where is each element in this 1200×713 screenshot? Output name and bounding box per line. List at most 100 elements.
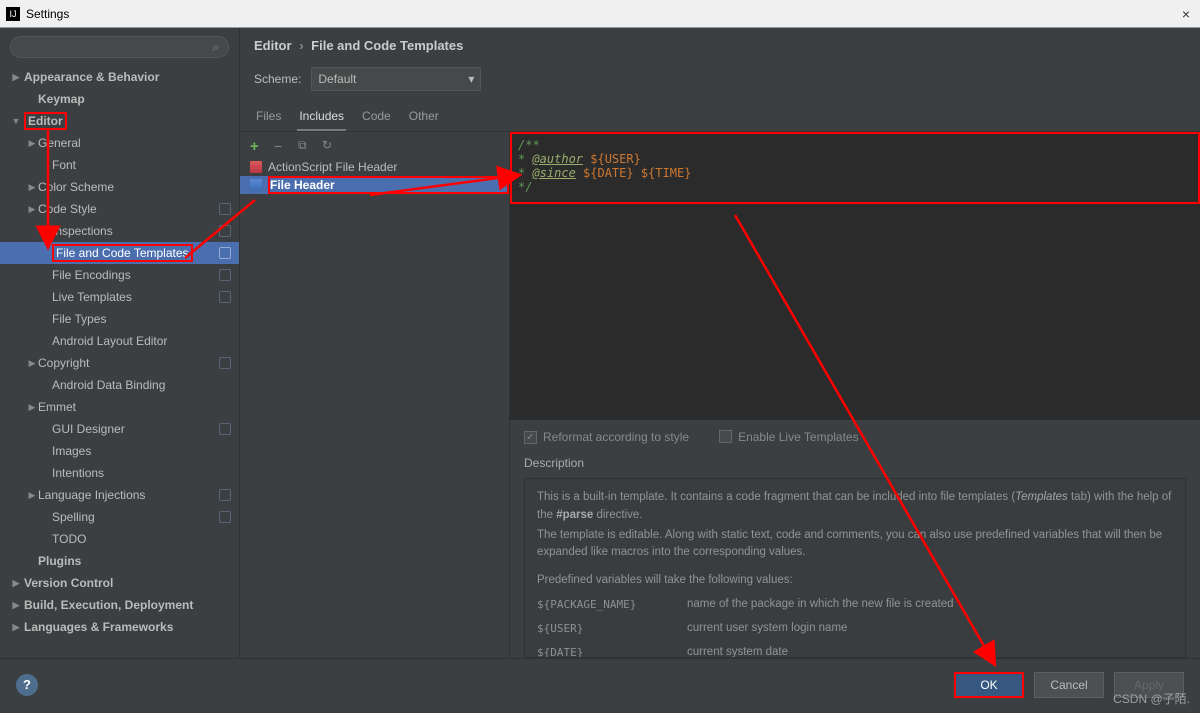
sidebar-item-label: Live Templates [52, 290, 132, 304]
sidebar-item-label: Build, Execution, Deployment [24, 598, 193, 612]
chevron-right-icon: ▶ [6, 600, 26, 611]
chevron-right-icon: ▶ [22, 358, 42, 369]
scope-indicator-icon [219, 269, 231, 281]
chevron-right-icon: ▶ [22, 402, 42, 413]
template-list: + − ⧉ ↻ ActionScript File Header File He… [240, 132, 510, 658]
template-toolbar: + − ⧉ ↻ [240, 132, 509, 158]
file-icon [250, 179, 262, 191]
sidebar-item-lang-injections[interactable]: ▶Language Injections [0, 484, 239, 506]
ok-button[interactable]: OK [954, 672, 1024, 698]
enable-live-checkbox[interactable]: Enable Live Templates [719, 430, 859, 444]
sidebar-item-intentions[interactable]: Intentions [0, 462, 239, 484]
var-desc: current system date [687, 644, 788, 658]
scheme-label: Scheme: [254, 72, 301, 86]
sidebar-item-images[interactable]: Images [0, 440, 239, 462]
sidebar-item-label: Inspections [52, 224, 113, 238]
button-label: Cancel [1050, 678, 1087, 692]
checkbox-label: Reformat according to style [543, 430, 689, 444]
sidebar-item-spelling[interactable]: Spelling [0, 506, 239, 528]
code-star: * [518, 152, 532, 166]
sidebar-item-code-style[interactable]: ▶Code Style [0, 198, 239, 220]
var-desc: current user system login name [687, 620, 847, 638]
search-input[interactable] [10, 36, 229, 58]
checkbox-label: Enable Live Templates [738, 430, 859, 444]
scope-indicator-icon [219, 489, 231, 501]
tabs-row: Files Includes Code Other [240, 101, 1200, 131]
sidebar-item-plugins[interactable]: Plugins [0, 550, 239, 572]
sidebar-item-label: Code Style [38, 202, 97, 216]
highlight-file-header: File Header [268, 176, 509, 194]
code-editor-rest[interactable] [510, 204, 1200, 420]
reformat-checkbox[interactable]: Reformat according to style [524, 430, 689, 444]
sidebar-item-todo[interactable]: TODO [0, 528, 239, 550]
sidebar-item-version-control[interactable]: ▶Version Control [0, 572, 239, 594]
sidebar-item-keymap[interactable]: Keymap [0, 88, 239, 110]
tab-code[interactable]: Code [360, 105, 393, 131]
sidebar-item-file-encodings[interactable]: File Encodings [0, 264, 239, 286]
sidebar-item-file-code-templates[interactable]: File and Code Templates [0, 242, 239, 264]
sidebar-item-gui-designer[interactable]: GUI Designer [0, 418, 239, 440]
chevron-right-icon: ▶ [6, 72, 26, 83]
sidebar-item-label: Appearance & Behavior [24, 70, 159, 84]
actionscript-icon [250, 161, 262, 173]
description-box: This is a built-in template. It contains… [524, 478, 1186, 658]
template-file-header[interactable]: File Header [240, 176, 509, 194]
sidebar-item-label: Font [52, 158, 76, 172]
sidebar-item-copyright[interactable]: ▶Copyright [0, 352, 239, 374]
sidebar-item-android-data[interactable]: Android Data Binding [0, 374, 239, 396]
button-label: OK [980, 678, 997, 692]
desc-bold: #parse [556, 509, 593, 521]
sidebar-item-label: Keymap [38, 92, 85, 106]
sidebar-item-editor[interactable]: ▼Editor [0, 110, 239, 132]
sidebar-item-label: Plugins [38, 554, 81, 568]
refresh-icon[interactable]: ↻ [322, 138, 336, 152]
sidebar-item-label: GUI Designer [52, 422, 125, 436]
add-icon[interactable]: + [250, 138, 264, 152]
sidebar-item-appearance[interactable]: ▶Appearance & Behavior [0, 66, 239, 88]
checkbox-icon [524, 431, 537, 444]
sidebar-item-color-scheme[interactable]: ▶Color Scheme [0, 176, 239, 198]
sidebar-item-label: Color Scheme [38, 180, 114, 194]
sidebar-item-general[interactable]: ▶General [0, 132, 239, 154]
code-editor[interactable]: /** * @author ${USER} * @since ${DATE} $… [510, 132, 1200, 204]
scope-indicator-icon [219, 203, 231, 215]
chevron-right-icon: ▶ [6, 578, 26, 589]
close-icon[interactable]: × [1178, 6, 1194, 22]
tab-other[interactable]: Other [407, 105, 441, 131]
scope-indicator-icon [219, 291, 231, 303]
code-line: /** [518, 138, 540, 152]
sidebar-item-live-templates[interactable]: Live Templates [0, 286, 239, 308]
checkbox-icon [719, 430, 732, 443]
scope-indicator-icon [219, 357, 231, 369]
var-row: ${PACKAGE_NAME}name of the package in wh… [537, 596, 1173, 614]
sidebar-item-file-types[interactable]: File Types [0, 308, 239, 330]
chevron-right-icon: ▶ [6, 622, 26, 633]
sidebar-item-emmet[interactable]: ▶Emmet [0, 396, 239, 418]
main-area: ⌕ ▶Appearance & Behavior Keymap ▼Editor … [0, 28, 1200, 658]
scope-indicator-icon [219, 511, 231, 523]
cancel-button[interactable]: Cancel [1034, 672, 1104, 698]
var-name: ${USER} [537, 620, 687, 638]
chevron-right-icon: › [299, 38, 303, 53]
sidebar-item-font[interactable]: Font [0, 154, 239, 176]
tab-files[interactable]: Files [254, 105, 283, 131]
sidebar-item-label: Android Data Binding [52, 378, 165, 392]
tab-includes[interactable]: Includes [297, 105, 346, 131]
sidebar-item-label: TODO [52, 532, 86, 546]
scheme-select[interactable]: Default ▾ [311, 67, 481, 91]
var-row: ${USER}current user system login name [537, 620, 1173, 638]
sidebar-item-label: Version Control [24, 576, 113, 590]
help-button[interactable]: ? [16, 674, 38, 696]
copy-icon[interactable]: ⧉ [298, 138, 312, 152]
sidebar-item-languages[interactable]: ▶Languages & Frameworks [0, 616, 239, 638]
code-line: */ [518, 180, 532, 194]
sidebar-item-android-layout[interactable]: Android Layout Editor [0, 330, 239, 352]
desc-em: Templates [1015, 491, 1068, 503]
template-actionscript-header[interactable]: ActionScript File Header [240, 158, 509, 176]
sidebar-item-inspections[interactable]: Inspections [0, 220, 239, 242]
code-star: * [518, 166, 532, 180]
description-label: Description [510, 454, 1200, 472]
sidebar-item-build[interactable]: ▶Build, Execution, Deployment [0, 594, 239, 616]
remove-icon[interactable]: − [274, 138, 288, 152]
editor-split: + − ⧉ ↻ ActionScript File Header File He… [240, 132, 1200, 658]
